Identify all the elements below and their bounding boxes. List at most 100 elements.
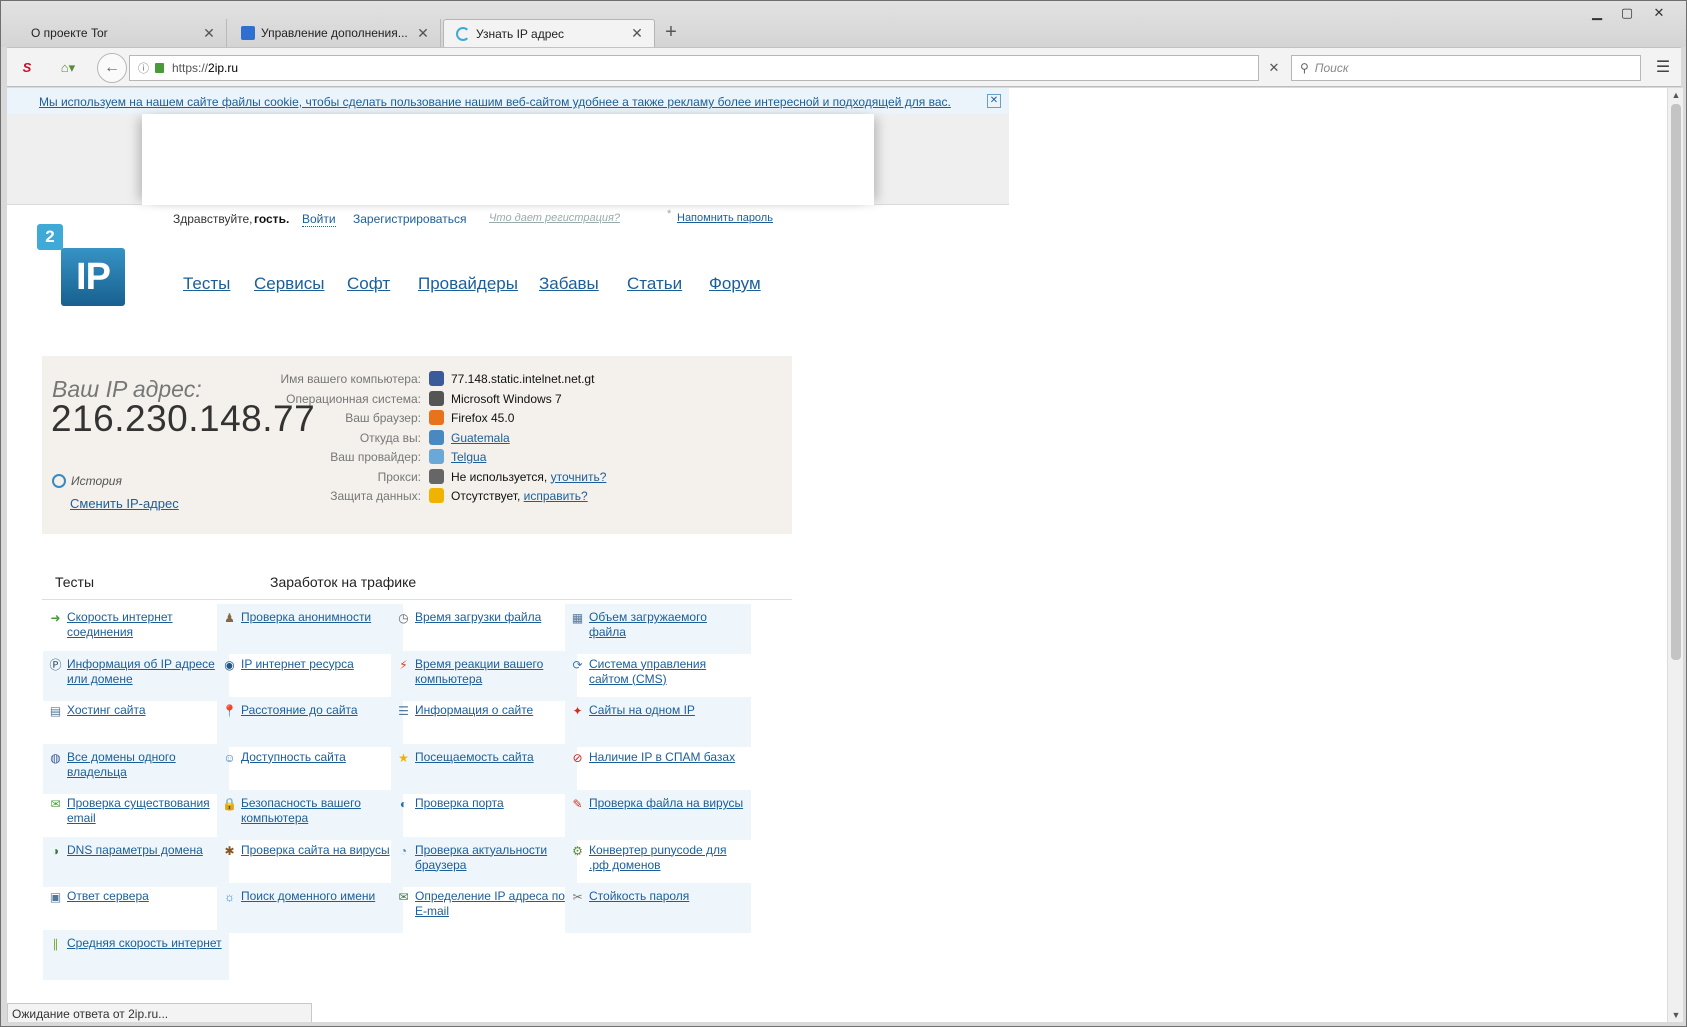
nav-providers[interactable]: Провайдеры [418, 274, 518, 294]
minimize-button[interactable]: ▁ [1583, 3, 1611, 23]
service-item[interactable]: ⚙ Конвертер punycode для .рф доменов [565, 837, 751, 887]
close-icon[interactable]: ✕ [630, 25, 644, 42]
service-item[interactable]: ♟ Проверка анонимности [217, 604, 403, 654]
service-link[interactable]: Безопасность вашего компьютера [241, 796, 399, 826]
nav-forum[interactable]: Форум [709, 274, 761, 294]
scroll-up-icon[interactable]: ▲ [1668, 88, 1684, 102]
maximize-button[interactable]: ▢ [1613, 3, 1641, 23]
service-link[interactable]: Проверка порта [415, 796, 573, 811]
service-item[interactable]: ▤ Хостинг сайта [43, 697, 229, 747]
service-item[interactable]: ◑ DNS параметры домена [43, 836, 229, 887]
service-link[interactable]: Проверка сайта на вирусы [241, 843, 399, 858]
service-item[interactable]: ⟳ Система управления сайтом (CMS) [565, 651, 751, 701]
tab-ip[interactable]: Узнать IP адрес ✕ [443, 19, 655, 47]
scroll-down-icon[interactable]: ▼ [1668, 1008, 1684, 1022]
service-item[interactable]: ∥ Средняя скорость интернет [43, 929, 229, 980]
service-item[interactable]: ✉ Определение IP адреса по E-mail [391, 883, 577, 933]
service-link[interactable]: Проверка анонимности [241, 610, 399, 625]
service-link[interactable]: Расстояние до сайта [241, 703, 399, 718]
register-link[interactable]: Зарегистрироваться [353, 212, 466, 226]
cookie-notice-link[interactable]: Мы используем на нашем сайте файлы cooki… [39, 95, 951, 109]
service-item[interactable]: ◐ Проверка порта [391, 790, 577, 840]
service-item[interactable]: Ⓟ Информация об IP адресе или домене [43, 650, 229, 701]
service-link[interactable]: Наличие IP в СПАМ базах [589, 750, 747, 765]
service-link[interactable]: Средняя скорость интернет [67, 936, 225, 951]
service-link[interactable]: DNS параметры домена [67, 843, 225, 858]
service-link[interactable]: Хостинг сайта [67, 703, 225, 718]
info-value-link[interactable]: исправить? [524, 489, 588, 503]
tab-about-tor[interactable]: О проекте Tor ✕ [19, 19, 227, 47]
vertical-scrollbar[interactable]: ▲ ▼ [1667, 88, 1683, 1022]
site-logo[interactable]: 2 IP [37, 224, 133, 310]
close-window-button[interactable]: ✕ [1645, 3, 1673, 23]
tab-addons[interactable]: Управление дополнения... ✕ [229, 19, 441, 47]
close-icon[interactable]: ✕ [987, 94, 1001, 108]
service-link[interactable]: Ответ сервера [67, 889, 225, 904]
info-value-link[interactable]: Guatemala [451, 431, 510, 445]
service-item[interactable]: ◷ Время загрузки файла [391, 604, 577, 654]
info-value-link[interactable]: уточнить? [551, 470, 607, 484]
service-item[interactable]: ✱ Проверка сайта на вирусы [217, 837, 403, 887]
search-bar[interactable]: ⚲ Поиск [1291, 55, 1641, 81]
change-ip-link[interactable]: Сменить IP-адрес [70, 496, 179, 511]
service-link[interactable]: Поиск доменного имени [241, 889, 399, 904]
service-link[interactable]: Информация о сайте [415, 703, 573, 718]
service-item[interactable]: ✦ Сайты на одном IP [565, 697, 751, 747]
stop-icon[interactable]: ✕ [1264, 58, 1284, 78]
service-item[interactable]: ▦ Объем загружаемого файла [565, 604, 751, 654]
service-item[interactable]: 📍 Расстояние до сайта [217, 697, 403, 747]
service-item[interactable]: ▣ Ответ сервера [43, 883, 229, 933]
login-link[interactable]: Войти [302, 212, 336, 227]
service-item[interactable]: ◔ Проверка актуальности браузера [391, 836, 577, 887]
service-item[interactable]: ⊘ Наличие IP в СПАМ базах [565, 744, 751, 794]
service-link[interactable]: Информация об IP адресе или домене [67, 657, 225, 687]
nav-fun[interactable]: Забавы [539, 274, 599, 294]
service-link[interactable]: Проверка существования email [67, 796, 225, 826]
service-link[interactable]: Система управления сайтом (CMS) [589, 657, 747, 687]
info-value-link[interactable]: Telgua [451, 450, 486, 464]
service-link[interactable]: Время реакции вашего компьютера [415, 657, 573, 687]
service-link[interactable]: Проверка файла на вирусы [589, 796, 747, 811]
service-item[interactable]: ➜ Скорость интернет соединения [43, 604, 229, 654]
service-item[interactable]: ✉ Проверка существования email [43, 790, 229, 840]
service-link[interactable]: Доступность сайта [241, 750, 399, 765]
service-item[interactable]: 🔒 Безопасность вашего компьютера [217, 790, 403, 840]
history-link[interactable]: История [52, 474, 122, 488]
nav-tests[interactable]: Тесты [183, 274, 230, 294]
service-link[interactable]: Посещаемость сайта [415, 750, 573, 765]
service-link[interactable]: Все домены одного владельца [67, 750, 225, 780]
menu-icon[interactable]: ☰ [1653, 58, 1673, 78]
nav-soft[interactable]: Софт [347, 274, 390, 294]
url-bar[interactable]: ⓘ https:// 2ip.ru [129, 55, 1259, 81]
service-link[interactable]: Стойкость пароля [589, 889, 747, 904]
back-button[interactable]: ← [97, 53, 127, 83]
service-item[interactable]: ✂ Стойкость пароля [565, 883, 751, 933]
info-icon[interactable]: ⓘ [138, 60, 149, 76]
service-link[interactable]: Скорость интернет соединения [67, 610, 225, 640]
service-item[interactable]: ★ Посещаемость сайта [391, 743, 577, 794]
close-icon[interactable]: ✕ [416, 25, 430, 42]
service-item[interactable]: ◍ Все домены одного владельца [43, 743, 229, 794]
remind-password-link[interactable]: Напомнить пароль [677, 212, 773, 224]
service-link[interactable]: IP интернет ресурса [241, 657, 399, 672]
close-icon[interactable]: ✕ [202, 25, 216, 42]
service-link[interactable]: Время загрузки файла [415, 610, 573, 625]
sputnik-icon[interactable]: S [17, 58, 37, 78]
new-tab-button[interactable]: + [661, 21, 681, 44]
section-earn-title[interactable]: Заработок на трафике [270, 574, 416, 590]
service-item[interactable]: ☺ Доступность сайта [217, 744, 403, 794]
service-item[interactable]: ☰ Информация о сайте [391, 697, 577, 747]
service-link[interactable]: Конвертер punycode для .рф доменов [589, 843, 747, 873]
service-item[interactable]: ◉ IP интернет ресурса [217, 651, 403, 701]
service-item[interactable]: ✎ Проверка файла на вирусы [565, 790, 751, 840]
service-item[interactable]: ☼ Поиск доменного имени [217, 883, 403, 933]
service-link[interactable]: Проверка актуальности браузера [415, 843, 573, 873]
service-link[interactable]: Сайты на одном IP [589, 703, 747, 718]
scroll-thumb[interactable] [1671, 104, 1681, 660]
home-icon[interactable]: ⌂▾ [51, 58, 85, 78]
service-link[interactable]: Определение IP адреса по E-mail [415, 889, 573, 919]
nav-articles[interactable]: Статьи [627, 274, 682, 294]
why-register-link[interactable]: Что дает регистрация? [489, 212, 620, 224]
service-item[interactable]: ⚡ Время реакции вашего компьютера [391, 650, 577, 701]
nav-services[interactable]: Сервисы [254, 274, 324, 294]
